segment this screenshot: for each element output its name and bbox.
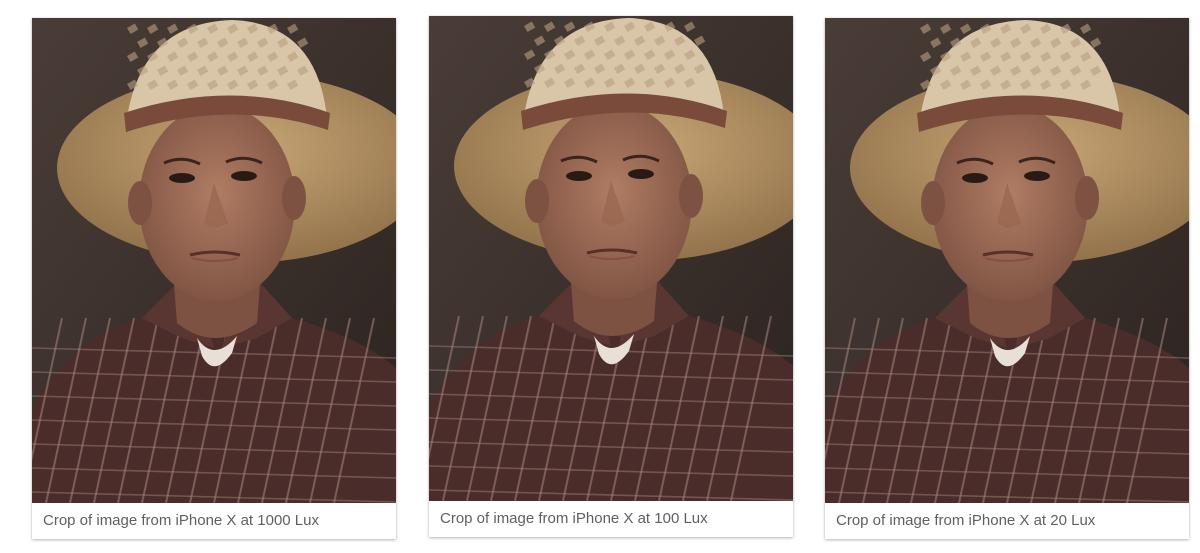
photo-card-1000-lux: Crop of image from iPhone X at 1000 Lux	[32, 18, 396, 539]
photo-caption: Crop of image from iPhone X at 100 Lux	[440, 510, 708, 527]
photo-card-100-lux: Crop of image from iPhone X at 100 Lux	[429, 16, 793, 537]
photo-caption: Crop of image from iPhone X at 1000 Lux	[43, 512, 319, 529]
portrait-photo-100-lux	[429, 16, 793, 501]
photo-card-20-lux: Crop of image from iPhone X at 20 Lux	[825, 18, 1189, 539]
portrait-photo-1000-lux	[32, 18, 396, 503]
portrait-photo-20-lux	[825, 18, 1189, 503]
photo-caption: Crop of image from iPhone X at 20 Lux	[836, 512, 1096, 529]
